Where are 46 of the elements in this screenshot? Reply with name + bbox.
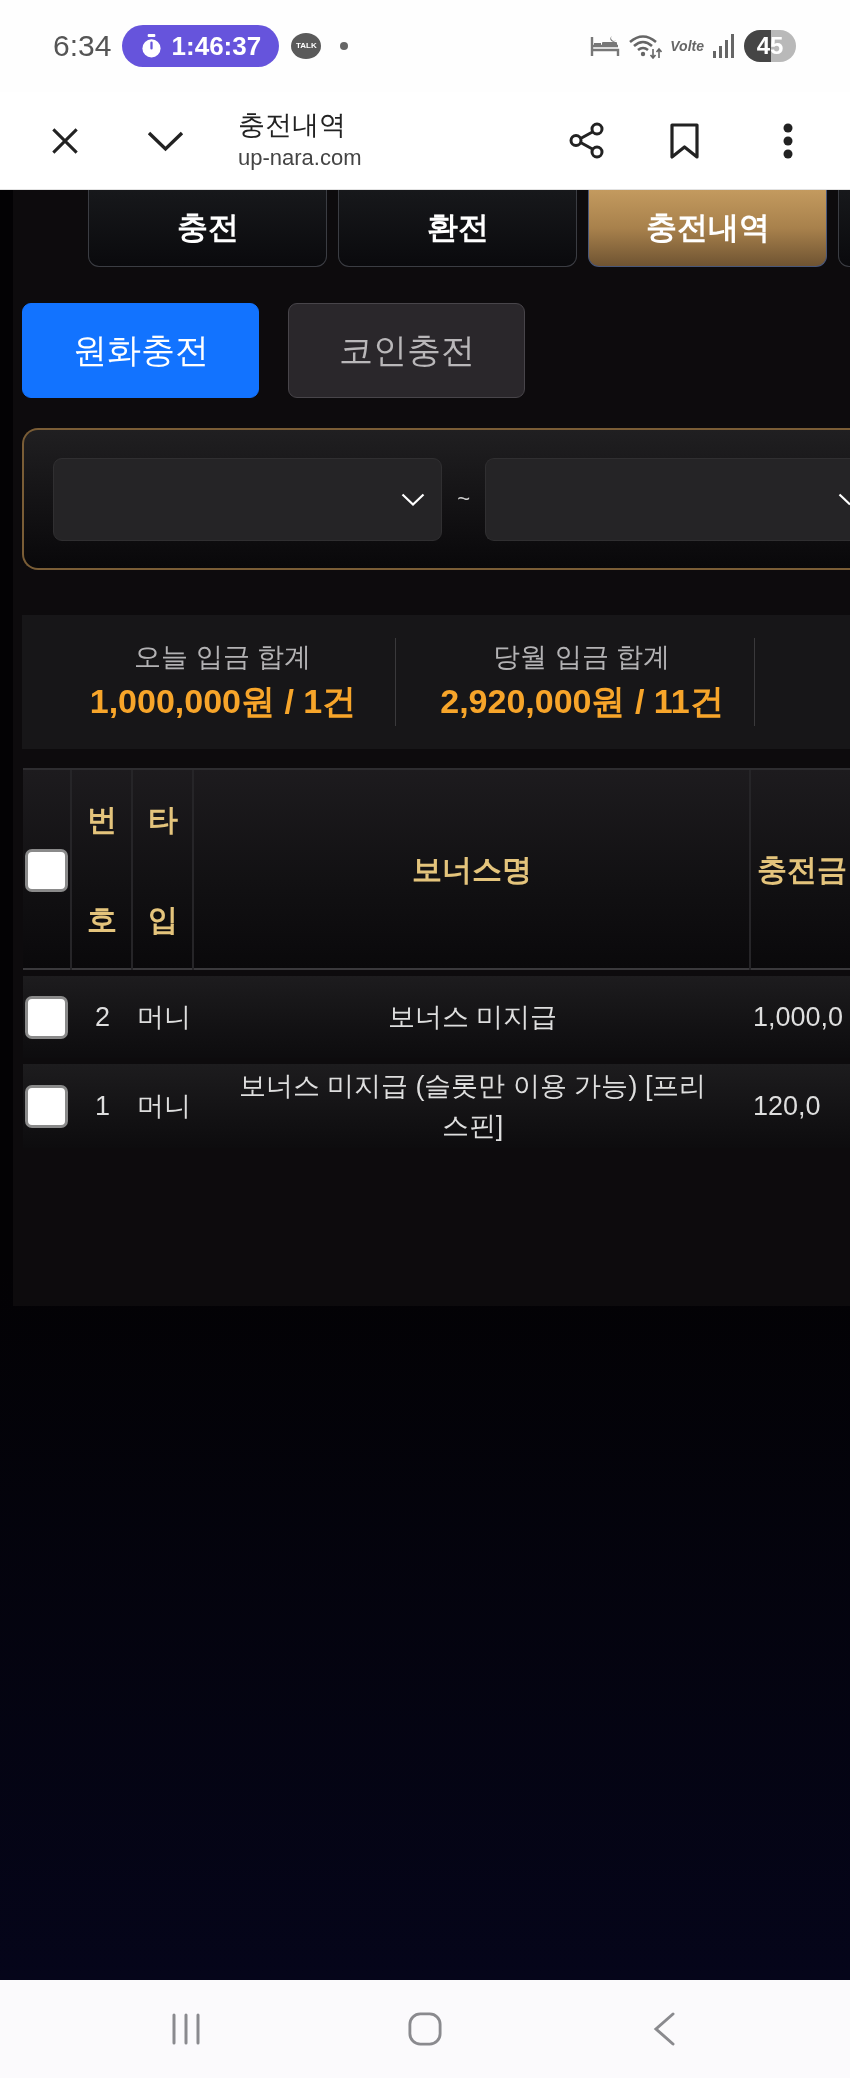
recent-apps-icon[interactable]: [171, 2013, 201, 2045]
more-icon[interactable]: [783, 122, 793, 159]
signal-icon: [712, 34, 736, 58]
summary-value: 1,000,000원 / 1건: [89, 683, 357, 721]
table-cell-text: 1: [95, 1090, 110, 1123]
table-cell-text: 2: [95, 1001, 110, 1034]
row-checkbox[interactable]: [25, 1084, 68, 1128]
stopwatch-icon: [140, 34, 162, 58]
bed-icon: [590, 35, 621, 57]
summary-label: 오늘 입금 합계: [134, 643, 312, 674]
tab[interactable]: 환전: [338, 190, 577, 267]
tab[interactable]: 충전내역: [588, 190, 827, 267]
table-cell-text: 120,0: [753, 1090, 821, 1123]
select-all-checkbox[interactable]: [25, 848, 68, 892]
range-separator: ~: [456, 486, 471, 512]
column-header: 충전금: [757, 852, 847, 888]
network-label: Volte: [670, 39, 704, 53]
page-title: 충전내역: [238, 110, 346, 141]
row-checkbox[interactable]: [25, 995, 68, 1039]
table-cell-text: 머니: [136, 1090, 191, 1123]
table-cell-text: 보너스 미지급: [387, 1001, 558, 1034]
bookmark-icon[interactable]: [670, 122, 699, 159]
chevron-down-icon[interactable]: [147, 129, 184, 152]
table-cell-text: 머니: [136, 1001, 191, 1034]
column-header: 번호: [86, 802, 117, 938]
chevron-down-icon: [838, 492, 850, 506]
notification-dot-icon: [340, 42, 349, 50]
column-header: 보너스명: [411, 852, 532, 888]
summary-value: 2,920,000원 / 11건: [440, 683, 724, 721]
currency-tab[interactable]: 원화충전: [22, 303, 259, 398]
summary-label: 당월 입금 합계: [493, 643, 671, 674]
currency-tab[interactable]: 코인충전: [288, 303, 525, 398]
back-icon[interactable]: [653, 2012, 675, 2046]
home-icon[interactable]: [408, 2012, 442, 2046]
close-icon[interactable]: [51, 126, 79, 155]
page-url: up-nara.com: [238, 146, 362, 171]
chevron-down-icon: [401, 492, 425, 506]
tab[interactable]: 충전: [88, 190, 327, 267]
table-cell-text: 1,000,0: [753, 1001, 844, 1034]
chat-app-badge: TALK: [291, 33, 322, 59]
wifi-icon: [628, 33, 663, 59]
status-time: 6:34: [53, 31, 112, 61]
share-icon[interactable]: [568, 122, 605, 159]
table-cell-text: 보너스 미지급 (슬롯만 이용 가능) [프리스핀]: [237, 1070, 708, 1143]
column-header: 타입: [147, 802, 178, 938]
timer-text: 1:46:37: [171, 33, 262, 59]
